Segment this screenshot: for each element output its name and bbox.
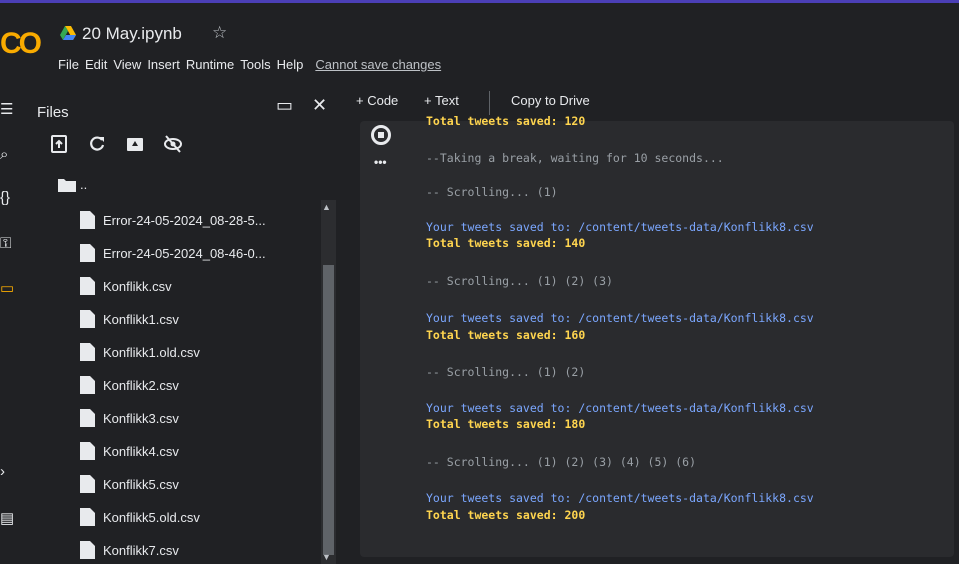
output-line: Your tweets saved to: /content/tweets-da… bbox=[426, 311, 814, 325]
file-row[interactable]: Konflikk1.csv bbox=[80, 308, 179, 330]
output-line: Your tweets saved to: /content/tweets-da… bbox=[426, 401, 814, 415]
menu-icon[interactable]: ☰ bbox=[0, 100, 13, 118]
menu-runtime[interactable]: Runtime bbox=[186, 57, 234, 72]
output-line: -- Scrolling... (1) bbox=[426, 185, 558, 199]
files-scrollbar-thumb[interactable] bbox=[323, 265, 334, 555]
file-row[interactable]: Konflikk.csv bbox=[80, 275, 172, 297]
output-line: Total tweets saved: 160 bbox=[426, 328, 586, 342]
file-row[interactable]: Error-24-05-2024_08-46-0... bbox=[80, 242, 266, 264]
file-row[interactable]: Konflikk5.csv bbox=[80, 473, 179, 495]
file-name: Konflikk4.csv bbox=[103, 443, 179, 459]
variables-icon[interactable]: {} bbox=[0, 189, 10, 206]
toolbar-divider bbox=[489, 91, 490, 115]
file-icon bbox=[80, 277, 95, 295]
search-icon[interactable]: ⌕ bbox=[0, 146, 8, 163]
file-icon bbox=[80, 343, 95, 361]
app-header: CO 20 May.ipynb ☆ File Edit View Insert … bbox=[0, 3, 959, 85]
file-name: Konflikk3.csv bbox=[103, 410, 179, 426]
output-line: Total tweets saved: 200 bbox=[426, 508, 586, 522]
file-name: Konflikk5.csv bbox=[103, 476, 179, 492]
menu-edit[interactable]: Edit bbox=[85, 57, 107, 72]
notebook-title[interactable]: 20 May.ipynb bbox=[82, 24, 182, 44]
cell-more-options-icon[interactable]: ••• bbox=[374, 155, 387, 169]
maximize-panel-icon[interactable]: ▭ bbox=[276, 95, 293, 116]
file-icon bbox=[80, 376, 95, 394]
file-row[interactable]: Konflikk1.old.csv bbox=[80, 341, 200, 363]
output-line: -- Scrolling... (1) (2) (3) (4) (5) (6) bbox=[426, 455, 697, 469]
add-code-button[interactable]: + Code bbox=[356, 93, 398, 108]
output-line: Total tweets saved: 180 bbox=[426, 417, 586, 431]
cannot-save-link[interactable]: Cannot save changes bbox=[315, 57, 441, 72]
menu-view[interactable]: View bbox=[113, 57, 141, 72]
file-name: Konflikk7.csv bbox=[103, 542, 179, 558]
output-line-cut: Total tweets saved: 120 bbox=[426, 114, 586, 128]
files-panel: Files ▭ ✕ .. Error-24-05-2024_08-28-5...… bbox=[28, 85, 344, 564]
colab-logo[interactable]: CO bbox=[0, 27, 42, 61]
file-icon bbox=[80, 508, 95, 526]
refresh-icon[interactable] bbox=[86, 133, 108, 155]
file-row[interactable]: Konflikk2.csv bbox=[80, 374, 179, 396]
file-icon bbox=[80, 442, 95, 460]
file-row[interactable]: Konflikk4.csv bbox=[80, 440, 179, 462]
hide-files-icon[interactable] bbox=[162, 133, 184, 155]
code-cell-output: Total tweets saved: 120 --Taking a break… bbox=[360, 114, 954, 557]
output-line: Your tweets saved to: /content/tweets-da… bbox=[426, 220, 814, 234]
file-icon bbox=[80, 244, 95, 262]
output-line: --Taking a break, waiting for 10 seconds… bbox=[426, 151, 724, 165]
menu-insert[interactable]: Insert bbox=[147, 57, 180, 72]
parent-folder-label: .. bbox=[80, 177, 88, 192]
file-row[interactable]: Konflikk5.old.csv bbox=[80, 506, 200, 528]
output-line: -- Scrolling... (1) (2) bbox=[426, 365, 586, 379]
secrets-icon[interactable]: ⚿ bbox=[0, 235, 11, 252]
output-line: Your tweets saved to: /content/tweets-da… bbox=[426, 491, 814, 505]
output-line: -- Scrolling... (1) (2) (3) bbox=[426, 274, 613, 288]
file-name: Konflikk2.csv bbox=[103, 377, 179, 393]
files-panel-title: Files bbox=[37, 104, 69, 121]
file-name: Konflikk.csv bbox=[103, 278, 172, 294]
file-name: Error-24-05-2024_08-28-5... bbox=[103, 212, 266, 228]
google-drive-icon bbox=[60, 26, 76, 40]
file-icon bbox=[80, 310, 95, 328]
parent-folder-row[interactable]: .. bbox=[58, 177, 87, 192]
menu-tools[interactable]: Tools bbox=[240, 57, 270, 72]
file-icon bbox=[80, 409, 95, 427]
menu-help[interactable]: Help bbox=[277, 57, 304, 72]
file-name: Konflikk5.old.csv bbox=[103, 509, 200, 525]
file-row[interactable]: Konflikk7.csv bbox=[80, 539, 179, 561]
file-icon bbox=[80, 541, 95, 559]
file-name: Konflikk1.csv bbox=[103, 311, 179, 327]
menu-bar: File Edit View Insert Runtime Tools Help… bbox=[58, 57, 447, 72]
star-icon[interactable]: ☆ bbox=[212, 23, 227, 43]
menu-file[interactable]: File bbox=[58, 57, 79, 72]
command-palette-icon[interactable]: ▤ bbox=[0, 509, 14, 527]
file-row[interactable]: Konflikk3.csv bbox=[80, 407, 179, 429]
files-icon[interactable]: ▭ bbox=[0, 279, 14, 297]
file-row[interactable]: Error-24-05-2024_08-28-5... bbox=[80, 209, 266, 231]
mount-drive-icon[interactable] bbox=[124, 133, 146, 155]
file-name: Error-24-05-2024_08-46-0... bbox=[103, 245, 266, 261]
close-panel-icon[interactable]: ✕ bbox=[312, 95, 327, 116]
left-rail: ☰ ⌕ {} ⚿ ▭ › ▤ bbox=[0, 85, 28, 564]
copy-to-drive-button[interactable]: Copy to Drive bbox=[511, 93, 590, 108]
upload-file-icon[interactable] bbox=[48, 133, 70, 155]
folder-icon bbox=[58, 178, 76, 192]
file-icon bbox=[80, 475, 95, 493]
file-name: Konflikk1.old.csv bbox=[103, 344, 200, 360]
file-icon bbox=[80, 211, 95, 229]
code-snippets-icon[interactable]: › bbox=[0, 463, 5, 480]
add-text-button[interactable]: + Text bbox=[424, 93, 459, 108]
output-line: Total tweets saved: 140 bbox=[426, 236, 586, 250]
notebook-cell-area: Total tweets saved: 120 --Taking a break… bbox=[344, 114, 959, 564]
stop-execution-icon[interactable] bbox=[371, 125, 391, 145]
scroll-down-arrow-icon[interactable]: ▼ bbox=[322, 552, 331, 562]
scroll-up-arrow-icon[interactable]: ▲ bbox=[322, 202, 331, 212]
